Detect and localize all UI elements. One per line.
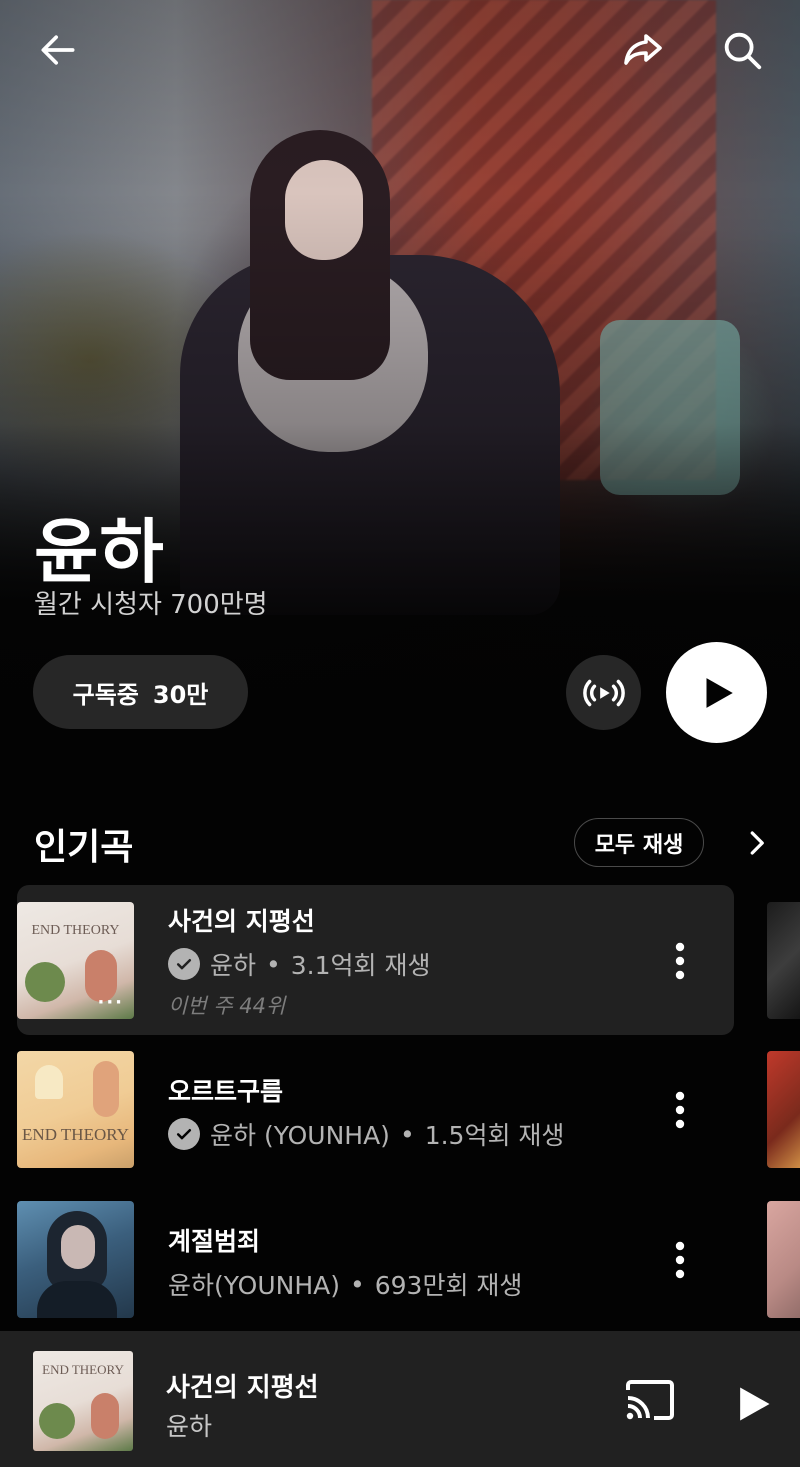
mini-player-title: 사건의 지평선 bbox=[166, 1373, 319, 1403]
mini-player-thumbnail: END THEORY bbox=[33, 1351, 133, 1451]
back-button[interactable] bbox=[30, 22, 86, 78]
verified-check-icon bbox=[168, 1118, 200, 1150]
more-vertical-icon bbox=[675, 1241, 685, 1279]
mini-player-artist: 윤하 bbox=[166, 1412, 213, 1441]
search-icon bbox=[724, 32, 762, 70]
play-icon bbox=[706, 677, 733, 708]
thumb-body bbox=[37, 1281, 117, 1318]
play-icon bbox=[740, 1387, 770, 1421]
subscribe-label: 구독중 bbox=[72, 680, 139, 709]
thumb-caption: END THEORY bbox=[22, 1125, 129, 1144]
song-thumbnail bbox=[17, 1201, 134, 1318]
play-all-button[interactable]: 모두 재생 bbox=[574, 818, 704, 867]
song-more-button[interactable] bbox=[664, 937, 696, 985]
artist-name: 윤하 bbox=[34, 511, 165, 593]
thumb-foliage bbox=[25, 962, 65, 1002]
song-title: 오르트구름 bbox=[168, 1077, 284, 1106]
thumb-lamp bbox=[35, 1065, 63, 1099]
section-title-popular: 인기곡 bbox=[34, 827, 134, 868]
song-plays: 1.5억회 재생 bbox=[424, 1121, 565, 1150]
thumb-figure bbox=[93, 1061, 119, 1117]
cast-button[interactable] bbox=[620, 1375, 680, 1425]
song-plays: 3.1억회 재생 bbox=[290, 951, 431, 980]
subscriber-count: 30만 bbox=[152, 680, 209, 709]
song-more-button[interactable] bbox=[664, 1086, 696, 1134]
monthly-listeners: 월간 시청자 700만명 bbox=[34, 590, 268, 620]
song-meta: 윤하 (YOUNHA) • 1.5억회 재생 bbox=[168, 1116, 564, 1152]
song-meta: 윤하 • 3.1억회 재생 bbox=[168, 946, 430, 982]
song-plays: 693만회 재생 bbox=[374, 1271, 523, 1300]
next-column-thumbnail[interactable] bbox=[767, 1051, 800, 1168]
mini-player[interactable]: END THEORY 사건의 지평선 윤하 bbox=[0, 1331, 800, 1467]
cast-icon bbox=[626, 1380, 674, 1420]
more-vertical-icon bbox=[675, 1091, 685, 1129]
song-artist: 윤하 (YOUNHA) bbox=[210, 1121, 390, 1150]
song-title: 사건의 지평선 bbox=[168, 907, 315, 936]
song-artist: 윤하 bbox=[210, 951, 257, 980]
song-thumbnail: END THEORY bbox=[17, 1051, 134, 1168]
more-dots-icon: ··· bbox=[97, 992, 124, 1013]
meta-separator: • bbox=[350, 1269, 365, 1299]
arrow-left-icon bbox=[41, 35, 75, 65]
song-thumbnail: END THEORY ··· bbox=[17, 902, 134, 1019]
thumb-caption: END THEORY bbox=[42, 1362, 124, 1377]
meta-separator: • bbox=[399, 1119, 415, 1149]
thumb-face bbox=[61, 1225, 95, 1269]
thumb-foliage bbox=[39, 1403, 75, 1439]
mini-player-play-button[interactable] bbox=[724, 1375, 782, 1433]
thumb-figure bbox=[91, 1393, 119, 1439]
shuffle-play-button[interactable] bbox=[666, 642, 767, 743]
share-icon bbox=[624, 34, 662, 65]
radio-broadcast-icon bbox=[582, 679, 625, 706]
radio-button[interactable] bbox=[566, 655, 641, 730]
song-more-button[interactable] bbox=[664, 1236, 696, 1284]
section-next-button[interactable] bbox=[734, 818, 778, 868]
song-chart-rank: 이번 주 44위 bbox=[168, 994, 286, 1018]
share-button[interactable] bbox=[614, 22, 670, 78]
verified-check-icon bbox=[168, 948, 200, 980]
thumb-caption: END THEORY bbox=[31, 923, 120, 938]
song-title: 계절범죄 bbox=[168, 1227, 261, 1256]
search-button[interactable] bbox=[714, 22, 770, 78]
more-vertical-icon bbox=[675, 942, 685, 980]
song-artist: 윤하(YOUNHA) bbox=[168, 1271, 340, 1300]
next-column-thumbnail[interactable] bbox=[767, 902, 800, 1019]
meta-separator: • bbox=[266, 949, 281, 979]
subscribe-button[interactable]: 구독중 30만 bbox=[33, 655, 248, 729]
next-column-thumbnail[interactable] bbox=[767, 1201, 800, 1318]
chevron-right-icon bbox=[750, 831, 764, 855]
song-meta: 윤하(YOUNHA) • 693만회 재생 bbox=[168, 1266, 522, 1302]
